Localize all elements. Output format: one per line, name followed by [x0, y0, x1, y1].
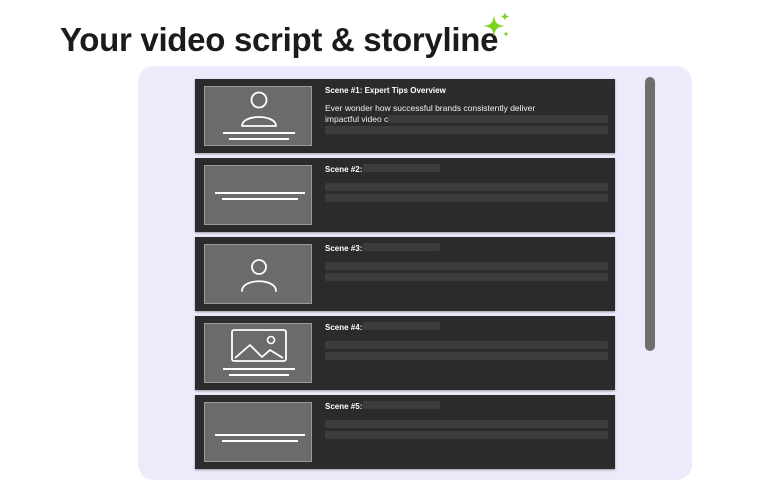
scene-card-4[interactable]: Scene #4:	[195, 316, 615, 390]
text-placeholder	[325, 341, 608, 349]
scene-title-5: Scene #5:	[325, 402, 363, 411]
scene-thumbnail-4[interactable]	[204, 323, 312, 383]
title-placeholder	[363, 401, 440, 409]
text-placeholder	[325, 194, 608, 202]
text-placeholder	[325, 273, 608, 281]
scene-card-2[interactable]: Scene #2:	[195, 158, 615, 232]
text-placeholder	[325, 262, 608, 270]
text-lines-icon	[215, 434, 305, 442]
title-placeholder	[363, 322, 440, 330]
text-placeholder	[325, 183, 608, 191]
scene-title-2: Scene #2:	[325, 165, 363, 174]
text-placeholder	[325, 431, 608, 439]
scene-thumbnail-1[interactable]	[204, 86, 312, 146]
scene-thumbnail-3[interactable]	[204, 244, 312, 304]
text-placeholder	[325, 352, 608, 360]
scene-thumbnail-2[interactable]	[204, 165, 312, 225]
text-placeholder	[325, 420, 608, 428]
scene-card-5[interactable]: Scene #5:	[195, 395, 615, 469]
text-placeholder	[325, 126, 608, 134]
person-icon	[223, 91, 295, 140]
scene-card-1[interactable]: Scene #1: Expert Tips Overview Ever wond…	[195, 79, 615, 153]
title-placeholder	[363, 164, 440, 172]
title-placeholder	[363, 243, 440, 251]
image-icon	[223, 329, 295, 376]
scene-thumbnail-5[interactable]	[204, 402, 312, 462]
text-lines-icon	[215, 192, 305, 200]
scene-title-1: Scene #1: Expert Tips Overview	[325, 86, 446, 95]
page-title: Your video script & storyline	[60, 21, 499, 58]
sparkle-icon	[483, 12, 510, 37]
scene-title-3: Scene #3:	[325, 244, 363, 253]
text-placeholder	[388, 115, 608, 123]
person-icon	[241, 259, 277, 292]
scene-title-4: Scene #4:	[325, 323, 363, 332]
scene-card-3[interactable]: Scene #3:	[195, 237, 615, 311]
scrollbar-thumb[interactable]	[645, 77, 655, 351]
